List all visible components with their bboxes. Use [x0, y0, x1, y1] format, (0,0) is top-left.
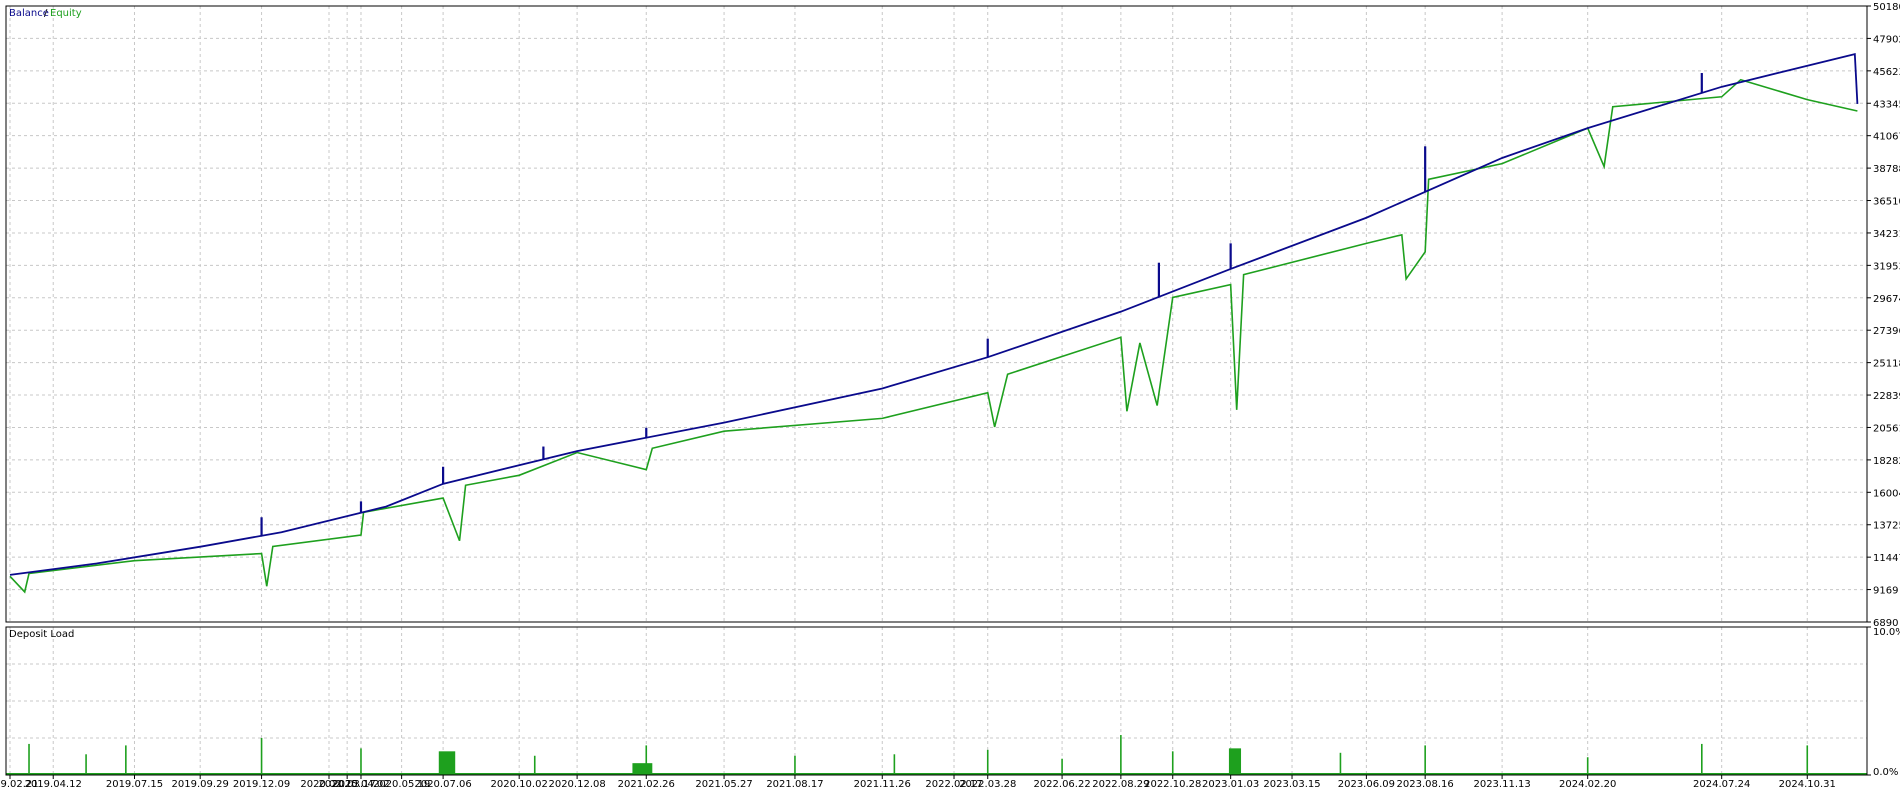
y-tick-label: 18282 — [1873, 456, 1900, 467]
x-tick-label: 2021.05.27 — [695, 779, 752, 788]
x-tick-label: 2023.01.03 — [1202, 779, 1259, 788]
balance-series — [9, 52, 1859, 576]
y-tick-label: 13725 — [1873, 521, 1900, 532]
x-tick-label: 2019.09.29 — [172, 779, 229, 788]
x-tick-label: 2022.03.28 — [959, 779, 1016, 788]
y-tick-label: 11447 — [1873, 553, 1900, 564]
x-tick-label: 2021.02.26 — [618, 779, 675, 788]
y-tick-label: 45623 — [1873, 67, 1900, 78]
x-tick-label: 2023.03.15 — [1263, 779, 1320, 788]
x-tick-label: 2019.04.12 — [25, 779, 82, 788]
y-tick-label: 38788 — [1873, 164, 1900, 175]
x-tick-label: 2022.10.28 — [1144, 779, 1201, 788]
y-tick-label: 22839 — [1873, 391, 1900, 402]
y-tick-label: 47902 — [1873, 34, 1900, 45]
legend-equity: Equity — [50, 8, 82, 19]
equity-series — [9, 78, 1858, 594]
y-tick-label: 50180 — [1873, 2, 1900, 13]
x-tick-label: 2023.08.16 — [1397, 779, 1454, 788]
x-tick-label: 2023.11.13 — [1473, 779, 1530, 788]
y-tick-label: 16004 — [1873, 488, 1900, 499]
x-tick-label: 2019.12.09 — [233, 779, 290, 788]
equity-line — [9, 78, 1858, 594]
x-tick-label: 2020.10.02 — [491, 779, 548, 788]
load-panel-title: Deposit Load — [9, 629, 74, 640]
x-axis: 2019.02.212019.04.122019.07.152019.09.29… — [0, 775, 1836, 788]
load-block — [632, 763, 653, 775]
y-tick-label: 43345 — [1873, 99, 1900, 110]
y-tick-label: 36510 — [1873, 197, 1900, 208]
y-axis-equity: 50180 47902 45623 43345 41067 38788 36510 34231… — [1867, 2, 1900, 629]
y-tick-label: 10.0% — [1873, 627, 1900, 638]
x-tick-label: 2020.12.08 — [548, 779, 605, 788]
x-tick-label: 2024.10.31 — [1779, 779, 1836, 788]
balance-spikes — [260, 73, 1703, 536]
x-tick-label: 2022.08.29 — [1092, 779, 1149, 788]
x-tick-label: 2021.08.17 — [766, 779, 823, 788]
load-block — [438, 751, 456, 775]
x-tick-label: 2019.07.15 — [106, 779, 163, 788]
balance-line — [9, 52, 1859, 576]
x-tick-label: 2021.11.26 — [854, 779, 911, 788]
x-tick-label: 2022.06.22 — [1033, 779, 1090, 788]
y-tick-label: 31953 — [1873, 261, 1900, 272]
y-tick-label: 34231 — [1873, 229, 1900, 240]
chart-svg: 50180 47902 45623 43345 41067 38788 36510 34231… — [0, 2, 1900, 788]
y-tick-label: 0.0% — [1873, 767, 1898, 778]
x-tick-label: 2024.02.20 — [1559, 779, 1616, 788]
y-tick-label: 41067 — [1873, 132, 1900, 143]
x-tick-label: 2024.07.24 — [1693, 779, 1750, 788]
y-tick-label: 25118 — [1873, 359, 1900, 370]
y-tick-label: 9169 — [1873, 586, 1898, 597]
legend-balance: Balance — [9, 8, 49, 19]
y-tick-label: 20561 — [1873, 423, 1900, 434]
y-tick-label: 27396 — [1873, 326, 1900, 337]
x-tick-label: 2020.07.06 — [414, 779, 471, 788]
equity-grid — [6, 5, 1867, 623]
y-tick-label: 29674 — [1873, 294, 1900, 305]
load-block — [1228, 748, 1242, 775]
load-grid — [6, 627, 1867, 775]
y-axis-load: 10.0% 0.0% — [1867, 626, 1900, 778]
x-tick-label: 2023.06.09 — [1338, 779, 1395, 788]
